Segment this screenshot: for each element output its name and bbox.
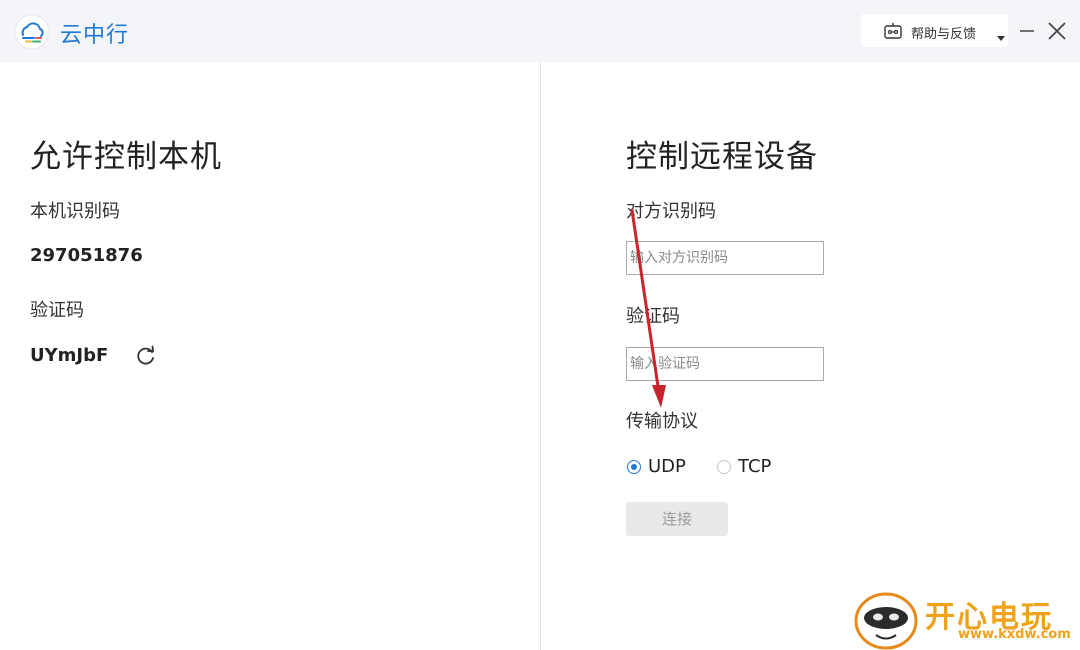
device-id-label: 本机识别码 bbox=[30, 201, 120, 222]
verify-code-label: 验证码 bbox=[30, 300, 84, 321]
device-id-value: 297051876 bbox=[30, 245, 143, 266]
udp-radio[interactable] bbox=[627, 460, 641, 474]
refresh-icon[interactable] bbox=[135, 345, 157, 367]
close-icon[interactable] bbox=[1046, 20, 1068, 42]
udp-label[interactable]: UDP bbox=[648, 456, 686, 477]
app-title: 云中行 bbox=[60, 23, 130, 48]
help-feedback-button[interactable]: 帮助与反馈 bbox=[861, 14, 1008, 47]
remote-control-heading: 控制远程设备 bbox=[626, 139, 818, 175]
robot-help-icon bbox=[884, 23, 902, 39]
allow-control-heading: 允许控制本机 bbox=[30, 139, 222, 175]
minimize-icon[interactable] bbox=[1018, 22, 1036, 40]
dropdown-caret-icon[interactable] bbox=[997, 36, 1005, 41]
title-bar: 云中行 帮助与反馈 bbox=[0, 0, 1080, 62]
verify-code-value: UYmJbF bbox=[30, 345, 109, 366]
cloud-logo-icon bbox=[14, 14, 50, 50]
help-feedback-label: 帮助与反馈 bbox=[911, 27, 977, 42]
annotation-arrow bbox=[630, 208, 666, 408]
watermark-url: www.kxdw.com bbox=[958, 627, 1071, 642]
connect-button[interactable]: 连接 bbox=[626, 502, 728, 536]
tcp-label[interactable]: TCP bbox=[738, 456, 771, 477]
tcp-radio[interactable] bbox=[717, 460, 731, 474]
panel-divider bbox=[540, 62, 541, 650]
